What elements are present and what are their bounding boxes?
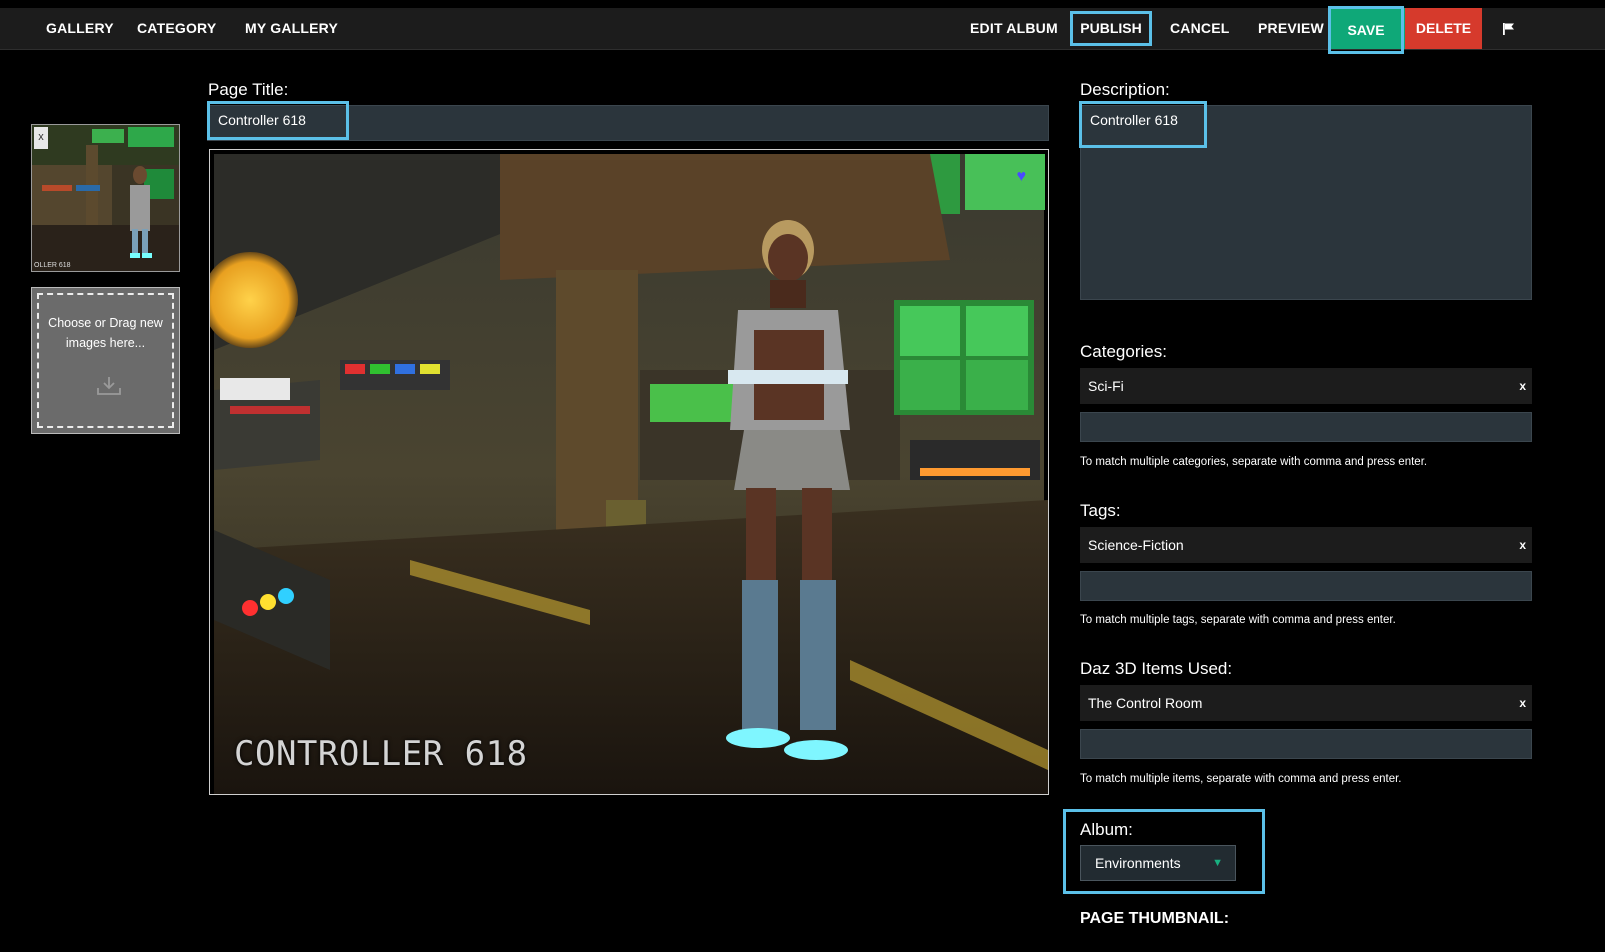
image-caption: CONTROLLER 618: [234, 734, 528, 774]
category-tag-label: Sci-Fi: [1088, 378, 1124, 394]
tags-hint: To match multiple tags, separate with co…: [1080, 614, 1396, 626]
album-label: Album:: [1080, 820, 1133, 839]
categories-hint: To match multiple categories, separate w…: [1080, 456, 1428, 468]
page-thumbnail-label: PAGE THUMBNAIL:: [1080, 910, 1230, 927]
daz-items-hint: To match multiple items, separate with c…: [1080, 773, 1402, 785]
thumbnail-art: [32, 125, 179, 271]
top-nav: GALLERY CATEGORY MY GALLERY EDIT ALBUM P…: [0, 6, 1605, 54]
album-select[interactable]: Environments ▼: [1080, 845, 1236, 881]
description-label: Description:: [1080, 80, 1170, 99]
cancel-button[interactable]: CANCEL: [1170, 8, 1230, 49]
nav-gallery[interactable]: GALLERY: [46, 8, 114, 49]
flag-icon-svg: [1503, 23, 1514, 36]
tag-chip: Science-Fiction x: [1080, 527, 1532, 563]
category-tag-remove-button[interactable]: x: [1519, 368, 1526, 404]
download-icon: [97, 377, 121, 395]
daz-items-label: Daz 3D Items Used:: [1080, 659, 1233, 678]
tags-input[interactable]: [1080, 571, 1532, 601]
nav-category[interactable]: CATEGORY: [137, 8, 216, 49]
tag-chip-remove-button[interactable]: x: [1519, 527, 1526, 563]
publish-label: PUBLISH: [1080, 20, 1142, 36]
description-value-highlight: Controller 618: [1079, 101, 1207, 148]
publish-button[interactable]: PUBLISH: [1070, 11, 1152, 46]
main-image: ♥ CONTROLLER 618: [209, 149, 1049, 795]
page-title-value-highlight: Controller 618: [207, 101, 349, 140]
edit-album-button[interactable]: EDIT ALBUM: [970, 8, 1058, 49]
delete-label: DELETE: [1415, 20, 1472, 36]
image-dropzone[interactable]: Choose or Drag new images here...: [31, 287, 180, 434]
preview-button[interactable]: PREVIEW: [1258, 8, 1324, 49]
dropzone-border: Choose or Drag new images here...: [37, 293, 174, 428]
chevron-down-icon: ▼: [1212, 857, 1223, 869]
categories-label: Categories:: [1080, 342, 1167, 361]
daz-item-chip-label: The Control Room: [1088, 695, 1203, 711]
nav-my-gallery[interactable]: MY GALLERY: [245, 8, 338, 49]
save-button[interactable]: SAVE: [1328, 6, 1404, 54]
album-selected-value: Environments: [1095, 855, 1181, 871]
thumbnail-remove-label: x: [38, 131, 44, 143]
thumbnail-remove-button[interactable]: x: [34, 127, 48, 149]
flag-icon[interactable]: [1494, 8, 1524, 49]
heart-icon[interactable]: ♥: [1017, 168, 1027, 186]
daz-item-chip-remove-button[interactable]: x: [1519, 685, 1526, 721]
thumbnail-caption: OLLER 618: [34, 262, 71, 269]
main-image-art: [210, 154, 1048, 794]
categories-input[interactable]: [1080, 412, 1532, 442]
description-value: Controller 618: [1090, 112, 1178, 128]
page-title-label: Page Title:: [208, 80, 289, 99]
image-thumbnail[interactable]: x OLLER 618: [31, 124, 180, 272]
daz-items-input[interactable]: [1080, 729, 1532, 759]
daz-item-chip: The Control Room x: [1080, 685, 1532, 721]
page-title-value: Controller 618: [218, 112, 306, 128]
save-label: SAVE: [1347, 22, 1385, 38]
category-tag: Sci-Fi x: [1080, 368, 1532, 404]
tags-label: Tags:: [1080, 501, 1121, 520]
tag-chip-label: Science-Fiction: [1088, 537, 1184, 553]
dropzone-text: Choose or Drag new images here...: [48, 316, 163, 350]
delete-button[interactable]: DELETE: [1405, 8, 1482, 49]
